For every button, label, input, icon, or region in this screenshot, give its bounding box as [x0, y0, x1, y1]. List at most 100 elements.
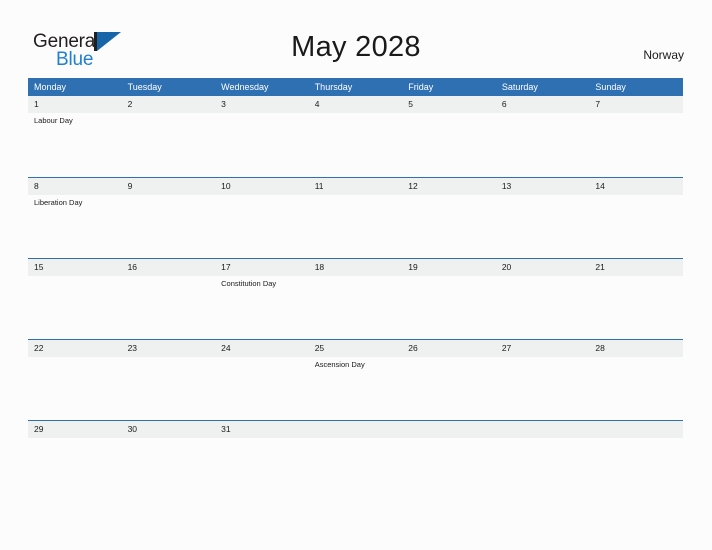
day-cell-empty — [309, 421, 403, 438]
day-cell[interactable] — [215, 113, 309, 175]
day-number[interactable]: 8 — [28, 178, 122, 195]
day-cell-empty — [496, 438, 590, 500]
day-number[interactable]: 2 — [122, 96, 216, 113]
day-cell[interactable]: Constitution Day — [215, 276, 309, 338]
day-number[interactable]: 16 — [122, 259, 216, 276]
day-number[interactable]: 23 — [122, 340, 216, 357]
weekday-header-saturday: Saturday — [501, 82, 538, 92]
day-cell-empty — [402, 438, 496, 500]
weekday-header-thursday: Thursday — [314, 82, 353, 92]
day-number[interactable]: 11 — [309, 178, 403, 195]
day-number[interactable]: 1 — [28, 96, 122, 113]
day-cell[interactable] — [122, 113, 216, 175]
day-cell-empty — [589, 421, 683, 438]
day-cell[interactable] — [215, 357, 309, 419]
weekday-header-monday: Monday — [34, 82, 67, 92]
week-row: 15 16 17 18 19 20 21 Constitution Day — [28, 258, 683, 339]
country-label: Norway — [643, 48, 684, 62]
day-number[interactable]: 10 — [215, 178, 309, 195]
day-number[interactable]: 30 — [122, 421, 216, 438]
day-number-band: 22 23 24 25 26 27 28 — [28, 340, 683, 357]
week-row: 8 9 10 11 12 13 14 Liberation Day — [28, 177, 683, 258]
day-events-band: Liberation Day — [28, 195, 683, 257]
day-number[interactable]: 20 — [496, 259, 590, 276]
day-cell[interactable] — [589, 113, 683, 175]
day-number[interactable]: 28 — [589, 340, 683, 357]
day-number[interactable]: 29 — [28, 421, 122, 438]
weekday-header-friday: Friday — [408, 82, 434, 92]
event-label: Labour Day — [34, 116, 73, 125]
day-cell[interactable]: Labour Day — [28, 113, 122, 175]
event-label: Ascension Day — [314, 360, 365, 369]
day-number[interactable]: 6 — [496, 96, 590, 113]
day-cell[interactable] — [28, 276, 122, 338]
day-cell[interactable] — [215, 438, 309, 500]
day-cell-empty — [402, 421, 496, 438]
day-cell[interactable] — [496, 113, 590, 175]
day-events-band: Ascension Day — [28, 357, 683, 419]
day-number[interactable]: 9 — [122, 178, 216, 195]
day-cell[interactable] — [122, 276, 216, 338]
day-cell[interactable] — [402, 276, 496, 338]
week-row: 29 30 31 — [28, 420, 683, 501]
day-cell[interactable] — [122, 357, 216, 419]
day-cell[interactable] — [589, 195, 683, 257]
day-number[interactable]: 25 — [309, 340, 403, 357]
day-number[interactable]: 26 — [402, 340, 496, 357]
day-number[interactable]: 12 — [402, 178, 496, 195]
weekday-header-row: Monday Tuesday Wednesday Thursday Friday… — [28, 78, 683, 96]
day-number[interactable]: 5 — [402, 96, 496, 113]
day-cell[interactable] — [496, 357, 590, 419]
day-number[interactable]: 4 — [309, 96, 403, 113]
day-cell-empty — [309, 438, 403, 500]
day-cell[interactable] — [402, 195, 496, 257]
day-number[interactable]: 24 — [215, 340, 309, 357]
week-row: 22 23 24 25 26 27 28 Ascension Day — [28, 339, 683, 420]
day-cell[interactable] — [28, 438, 122, 500]
day-cell[interactable] — [496, 276, 590, 338]
day-events-band: Constitution Day — [28, 276, 683, 338]
day-number[interactable]: 3 — [215, 96, 309, 113]
page-title: May 2028 — [291, 31, 421, 63]
event-label: Constitution Day — [221, 279, 277, 288]
day-number-band: 29 30 31 — [28, 421, 683, 438]
day-cell-empty — [589, 438, 683, 500]
day-cell[interactable] — [589, 276, 683, 338]
day-events-band: Labour Day — [28, 113, 683, 175]
day-cell[interactable] — [309, 195, 403, 257]
day-cell[interactable] — [402, 113, 496, 175]
day-number[interactable]: 31 — [215, 421, 309, 438]
day-number-band: 1 2 3 4 5 6 7 — [28, 96, 683, 113]
calendar-grid: Monday Tuesday Wednesday Thursday Friday… — [28, 78, 683, 501]
weekday-header-sunday: Sunday — [595, 82, 626, 92]
day-cell[interactable] — [496, 195, 590, 257]
day-number[interactable]: 22 — [28, 340, 122, 357]
day-cell[interactable]: Ascension Day — [309, 357, 403, 419]
day-cell[interactable]: Liberation Day — [28, 195, 122, 257]
day-number[interactable]: 27 — [496, 340, 590, 357]
day-number[interactable]: 14 — [589, 178, 683, 195]
day-number-band: 15 16 17 18 19 20 21 — [28, 259, 683, 276]
day-cell-empty — [496, 421, 590, 438]
day-number[interactable]: 17 — [215, 259, 309, 276]
day-cell[interactable] — [122, 195, 216, 257]
day-cell[interactable] — [402, 357, 496, 419]
day-number[interactable]: 18 — [309, 259, 403, 276]
day-number[interactable]: 21 — [589, 259, 683, 276]
day-cell[interactable] — [215, 195, 309, 257]
page-header: General Blue May 2028 Norway — [0, 0, 712, 76]
day-number[interactable]: 15 — [28, 259, 122, 276]
day-number-band: 8 9 10 11 12 13 14 — [28, 178, 683, 195]
day-cell[interactable] — [28, 357, 122, 419]
day-events-band — [28, 438, 683, 500]
day-cell[interactable] — [309, 113, 403, 175]
day-number[interactable]: 13 — [496, 178, 590, 195]
event-label: Liberation Day — [34, 198, 83, 207]
day-cell[interactable] — [309, 276, 403, 338]
day-cell[interactable] — [589, 357, 683, 419]
weekday-header-tuesday: Tuesday — [127, 82, 162, 92]
day-number[interactable]: 7 — [589, 96, 683, 113]
day-cell[interactable] — [122, 438, 216, 500]
day-number[interactable]: 19 — [402, 259, 496, 276]
weekday-header-wednesday: Wednesday — [221, 82, 269, 92]
